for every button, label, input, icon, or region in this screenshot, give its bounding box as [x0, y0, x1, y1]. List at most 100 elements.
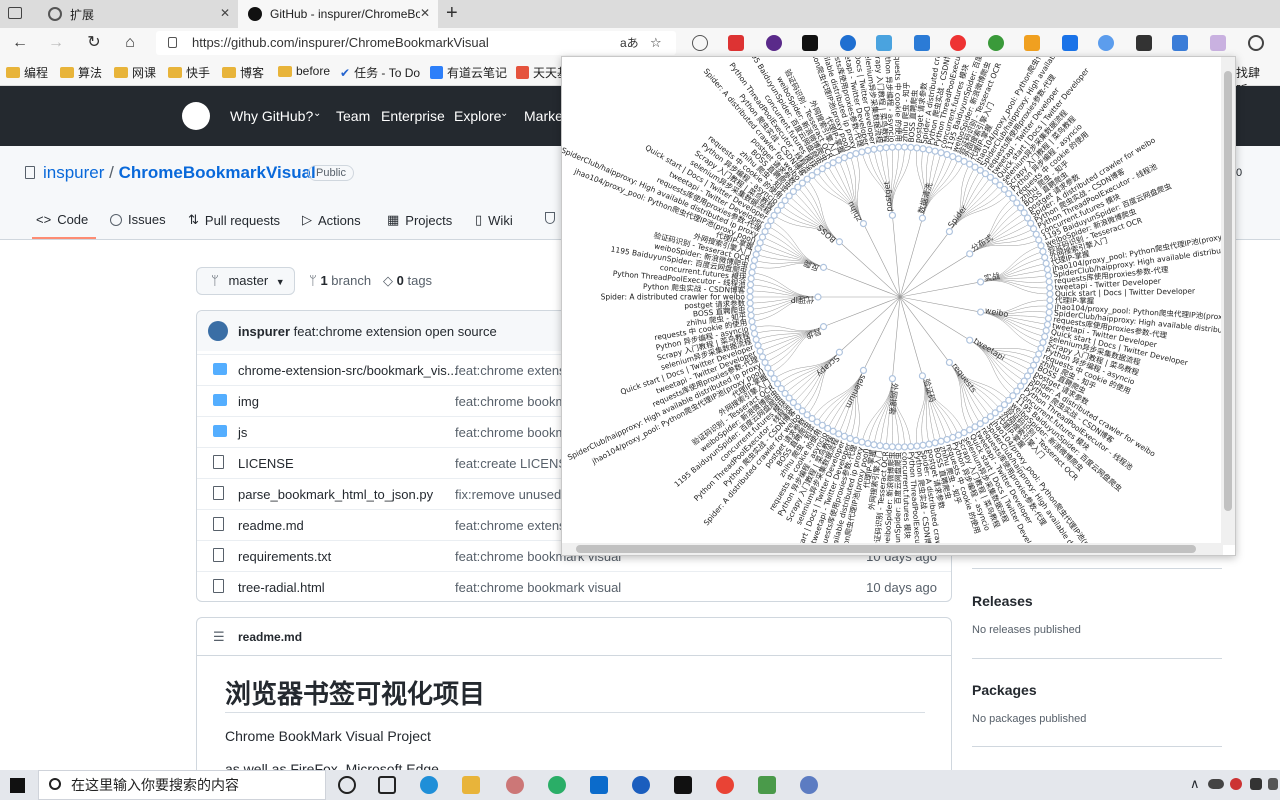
tree-leaf-node[interactable]: [1044, 314, 1053, 323]
file-commit-message[interactable]: feat:chrome bookmar: [455, 394, 578, 409]
tree-leaf-node[interactable]: [949, 152, 957, 161]
tree-node[interactable]: [835, 348, 844, 356]
chrome-icon[interactable]: [716, 776, 734, 794]
extension-icon-1[interactable]: [692, 35, 708, 51]
tree-leaf-node[interactable]: [756, 239, 764, 247]
tree-leaf-node[interactable]: [1039, 338, 1047, 347]
tree-leaf-node[interactable]: [846, 434, 854, 443]
tree-leaf-node[interactable]: [919, 145, 927, 153]
tree-leaf-node[interactable]: [913, 144, 921, 152]
tree-node[interactable]: [918, 214, 927, 222]
tree-node[interactable]: [819, 323, 828, 331]
horizontal-scrollbar[interactable]: [562, 543, 1223, 555]
tab-extensions[interactable]: 扩展 ✕: [38, 0, 238, 28]
github-logo-icon[interactable]: [182, 102, 210, 130]
commit-author[interactable]: inspurer: [238, 324, 290, 339]
bookmark-folder[interactable]: 网课: [114, 64, 156, 81]
tree-leaf-node[interactable]: [747, 311, 755, 320]
tree-leaf-node[interactable]: [931, 147, 939, 155]
settings-icon[interactable]: [1248, 35, 1264, 51]
favorite-icon[interactable]: ☆: [650, 31, 662, 55]
tree-leaf-node[interactable]: [882, 442, 890, 450]
tree-leaf-node[interactable]: [846, 151, 854, 160]
tab-actions-icon[interactable]: [8, 7, 22, 19]
pycharm-icon[interactable]: [674, 776, 692, 794]
forward-icon[interactable]: →: [46, 33, 66, 53]
branches-link[interactable]: ᛘ 1 branch: [309, 273, 371, 288]
tree-leaf-node[interactable]: [925, 440, 933, 448]
tree-leaf-node[interactable]: [748, 317, 756, 326]
tree-leaf-node[interactable]: [752, 335, 760, 344]
tree-leaf-node[interactable]: [907, 443, 915, 451]
tree-leaf-node[interactable]: [1046, 302, 1054, 310]
tree-leaf-node[interactable]: [758, 353, 767, 361]
star-count[interactable]: 0: [1236, 167, 1242, 179]
tree-leaf-node[interactable]: [1045, 278, 1053, 286]
nav-marketplace[interactable]: Marke: [524, 108, 563, 124]
tree-leaf-node[interactable]: [888, 443, 896, 451]
tree-leaf-node[interactable]: [752, 250, 760, 259]
file-row[interactable]: tree-radial.html feat:chrome bookmark vi…: [197, 571, 951, 602]
tree-leaf-node[interactable]: [937, 437, 945, 445]
releases-title[interactable]: Releases: [972, 593, 1033, 609]
extension-icon-7[interactable]: [914, 35, 930, 51]
extension-icon-8[interactable]: [950, 35, 966, 51]
app-icon[interactable]: [758, 776, 776, 794]
tree-node[interactable]: [966, 250, 974, 258]
tree-leaf-node[interactable]: [1039, 247, 1047, 256]
tab-pull-requests[interactable]: ⇅ Pull requests: [188, 212, 280, 228]
tray-app-icon[interactable]: [1268, 778, 1278, 790]
tree-leaf-node[interactable]: [1046, 296, 1054, 304]
tab-code[interactable]: <> Code: [36, 212, 88, 227]
branch-select[interactable]: ᛘ master ▼: [196, 267, 295, 295]
home-icon[interactable]: ⌂: [120, 33, 140, 53]
tree-leaf-node[interactable]: [1041, 253, 1049, 262]
wechat-icon[interactable]: [548, 776, 566, 794]
tree-node[interactable]: [859, 366, 868, 375]
file-name[interactable]: requirements.txt: [238, 549, 331, 564]
extension-icon-9[interactable]: [988, 35, 1004, 51]
cortana-icon[interactable]: [338, 776, 356, 794]
shield-icon[interactable]: [545, 212, 555, 224]
tree-node[interactable]: [888, 375, 897, 383]
tree-node[interactable]: [835, 238, 844, 246]
tree-leaf-node[interactable]: [913, 442, 921, 450]
tree-leaf-node[interactable]: [1035, 236, 1043, 244]
tree-leaf-node[interactable]: [954, 431, 963, 439]
tree-leaf-node[interactable]: [876, 144, 884, 152]
tab-actions[interactable]: ▷ Actions: [302, 212, 361, 228]
file-name[interactable]: parse_bookmark_html_to_json.py: [238, 487, 433, 502]
word-icon[interactable]: [632, 776, 650, 794]
tree-leaf-node[interactable]: [749, 262, 757, 271]
file-commit-message[interactable]: feat:chrome extensio: [455, 363, 576, 378]
tree-leaf-node[interactable]: [748, 268, 756, 277]
mail-icon[interactable]: [590, 776, 608, 794]
tree-leaf-node[interactable]: [1046, 284, 1054, 292]
extension-icon-2[interactable]: [728, 35, 744, 51]
list-icon[interactable]: ☰: [213, 629, 225, 645]
tree-leaf-node[interactable]: [870, 145, 878, 153]
windows-start-icon[interactable]: [10, 778, 25, 793]
tree-leaf-node[interactable]: [1044, 271, 1053, 280]
file-name[interactable]: js: [238, 425, 247, 440]
tree-node[interactable]: [977, 308, 985, 316]
edge-icon[interactable]: [420, 776, 438, 794]
file-name[interactable]: img: [238, 394, 259, 409]
nav-explore[interactable]: Explore: [454, 108, 501, 124]
tree-node[interactable]: [814, 293, 822, 301]
read-aloud-icon[interactable]: aあ: [620, 31, 639, 55]
avatar[interactable]: [208, 321, 228, 341]
extension-icon-5[interactable]: [840, 35, 856, 51]
tree-leaf-node[interactable]: [756, 347, 764, 355]
tab-issues[interactable]: Issues: [110, 212, 166, 227]
tree-node[interactable]: [819, 263, 828, 271]
tree-node[interactable]: [888, 211, 897, 219]
tree-node[interactable]: [945, 227, 954, 236]
tree-leaf-node[interactable]: [919, 441, 927, 449]
nav-enterprise[interactable]: Enterprise: [381, 108, 445, 124]
tree-leaf-node[interactable]: [746, 287, 754, 295]
app-icon[interactable]: [800, 776, 818, 794]
extension-icon-12[interactable]: [1098, 35, 1114, 51]
tree-leaf-node[interactable]: [750, 256, 759, 265]
address-bar[interactable]: https://github.com/inspurer/ChromeBookma…: [156, 31, 676, 55]
